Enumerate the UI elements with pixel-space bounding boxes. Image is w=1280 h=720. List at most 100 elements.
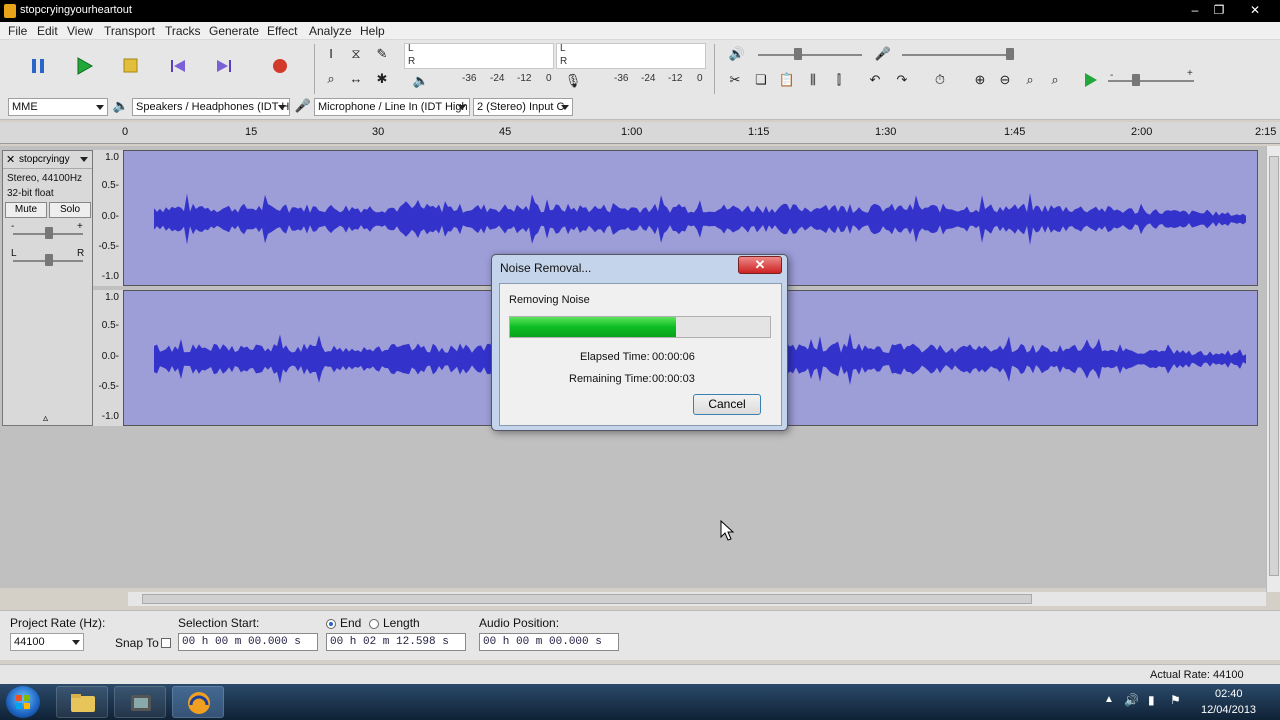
stop-button[interactable] <box>112 52 148 80</box>
minimize-button[interactable]: – <box>1184 2 1206 18</box>
zoom-in-icon[interactable]: ⊕ <box>971 71 989 89</box>
meter-right-label: R <box>408 56 416 67</box>
track-name-bar[interactable]: ✕ stopcryingy <box>3 151 92 169</box>
start-button[interactable] <box>6 686 40 718</box>
pan-slider-knob[interactable] <box>45 254 53 266</box>
menu-help[interactable]: Help <box>360 24 385 38</box>
skip-to-start-button[interactable] <box>160 52 196 80</box>
play-speed-slider[interactable] <box>1108 80 1194 82</box>
timeline-tick: 30 <box>372 126 385 138</box>
zoom-tool-icon[interactable]: ⌕ <box>322 70 340 88</box>
sync-lock-icon[interactable]: ⏱ <box>931 71 949 89</box>
menu-file[interactable]: File <box>8 24 27 38</box>
vertical-scrollbar-thumb[interactable] <box>1269 156 1279 576</box>
time-shift-tool-icon[interactable]: ↔ <box>347 70 365 88</box>
record-button[interactable] <box>262 52 298 80</box>
actual-rate: Actual Rate: 44100 <box>1150 669 1244 681</box>
redo-icon[interactable]: ↷ <box>893 71 911 89</box>
zoom-out-icon[interactable]: ⊖ <box>996 71 1014 89</box>
fit-selection-icon[interactable]: ⌕ <box>1021 71 1039 89</box>
horizontal-scrollbar[interactable] <box>128 592 1266 606</box>
close-window-button[interactable]: ✕ <box>1244 2 1266 18</box>
length-radio[interactable] <box>369 619 379 629</box>
menu-effect[interactable]: Effect <box>267 24 297 38</box>
multi-tool-icon[interactable]: ✱ <box>373 70 391 88</box>
cut-icon[interactable]: ✂ <box>726 71 744 89</box>
menu-edit[interactable]: Edit <box>37 24 58 38</box>
snap-to-checkbox[interactable] <box>161 638 171 648</box>
record-meter-right-label: R <box>560 56 568 67</box>
silence-icon[interactable]: ⫿ <box>830 71 848 89</box>
menu-tracks[interactable]: Tracks <box>165 24 201 38</box>
output-device-value: Speakers / Headphones (IDT H <box>136 101 290 113</box>
trim-icon[interactable]: ⫼ <box>804 71 822 89</box>
selection-end-field[interactable]: 00 h 02 m 12.598 s <box>326 633 466 651</box>
paste-icon[interactable]: 📋 <box>778 71 796 89</box>
menu-transport[interactable]: Transport <box>104 24 155 38</box>
pause-icon <box>32 59 44 73</box>
track-menu-chevron-icon[interactable] <box>80 157 88 162</box>
play-button[interactable] <box>66 52 102 80</box>
fit-project-icon[interactable]: ⌕ <box>1046 71 1064 89</box>
cancel-button[interactable]: Cancel <box>693 394 761 415</box>
end-radio[interactable] <box>326 619 336 629</box>
tray-date[interactable]: 12/04/2013 <box>1201 704 1256 716</box>
input-volume-slider[interactable] <box>902 54 1014 56</box>
playback-meter[interactable] <box>404 43 554 69</box>
input-volume-icon: 🎤 <box>874 46 892 61</box>
microphone-icon[interactable]: 🎙 <box>564 72 582 90</box>
record-scale-12: -12 <box>668 73 683 84</box>
dialog-close-button[interactable]: ✕ <box>738 256 782 274</box>
tray-action-center-icon[interactable]: ⚑ <box>1170 693 1181 707</box>
timeline-tick: 15 <box>245 126 258 138</box>
track-close-icon[interactable]: ✕ <box>6 153 15 166</box>
selection-start-field[interactable]: 00 h 00 m 00.000 s <box>178 633 318 651</box>
undo-icon[interactable]: ↶ <box>866 71 884 89</box>
scale-label: -1.0 <box>101 271 119 282</box>
speaker-icon[interactable]: 🔈 <box>412 72 430 90</box>
taskbar-audacity[interactable] <box>172 686 224 718</box>
menu-generate[interactable]: Generate <box>209 24 259 38</box>
draw-tool-icon[interactable]: ✎ <box>373 45 391 63</box>
audio-host-select[interactable]: MME <box>8 98 108 116</box>
maximize-button[interactable]: ❐ <box>1208 2 1230 18</box>
tray-volume-icon[interactable]: 🔊 <box>1124 693 1139 707</box>
input-volume-knob[interactable] <box>1006 48 1014 60</box>
taskbar-explorer[interactable] <box>56 686 108 718</box>
timeline-ruler[interactable]: 0 15 30 45 1:00 1:15 1:30 1:45 2:00 2:15 <box>0 122 1280 144</box>
input-channels-select[interactable]: 2 (Stereo) Input C <box>473 98 573 116</box>
folder-icon <box>71 694 95 712</box>
pan-right-label: R <box>77 248 85 259</box>
chevron-down-icon <box>561 105 569 110</box>
mouse-cursor-icon <box>720 520 735 541</box>
envelope-tool-icon[interactable]: ⧖ <box>347 45 365 63</box>
menu-view[interactable]: View <box>67 24 93 38</box>
taskbar-media-app[interactable] <box>114 686 166 718</box>
selection-tool-icon[interactable]: I <box>322 45 340 63</box>
audio-position-field[interactable]: 00 h 00 m 00.000 s <box>479 633 619 651</box>
output-volume-knob[interactable] <box>794 48 802 60</box>
tray-time[interactable]: 02:40 <box>1215 688 1243 700</box>
project-rate-select[interactable]: 44100 <box>10 633 84 651</box>
menu-analyze[interactable]: Analyze <box>309 24 352 38</box>
output-volume-slider[interactable] <box>758 54 862 56</box>
copy-icon[interactable]: ❏ <box>752 71 770 89</box>
selection-start-label: Selection Start: <box>178 616 260 630</box>
project-rate-label: Project Rate (Hz): <box>10 616 106 630</box>
vertical-scrollbar[interactable] <box>1266 146 1280 592</box>
horizontal-scrollbar-thumb[interactable] <box>142 594 1032 604</box>
tray-show-hidden-icon[interactable]: ▲ <box>1104 694 1114 705</box>
mute-button[interactable]: Mute <box>5 202 47 218</box>
play-at-speed-button[interactable] <box>1076 68 1106 92</box>
input-device-select[interactable]: Microphone / Line In (IDT High <box>314 98 470 116</box>
solo-button[interactable]: Solo <box>49 202 91 218</box>
end-label: End <box>340 616 362 630</box>
skip-to-end-button[interactable] <box>206 52 242 80</box>
pause-button[interactable] <box>20 52 56 80</box>
tray-network-icon[interactable]: ▮ <box>1148 693 1155 707</box>
collapse-track-icon[interactable]: ▵ <box>43 413 48 424</box>
output-device-select[interactable]: Speakers / Headphones (IDT H <box>132 98 290 116</box>
play-speed-knob[interactable] <box>1132 74 1140 86</box>
gain-slider-knob[interactable] <box>45 227 53 239</box>
record-meter[interactable] <box>556 43 706 69</box>
